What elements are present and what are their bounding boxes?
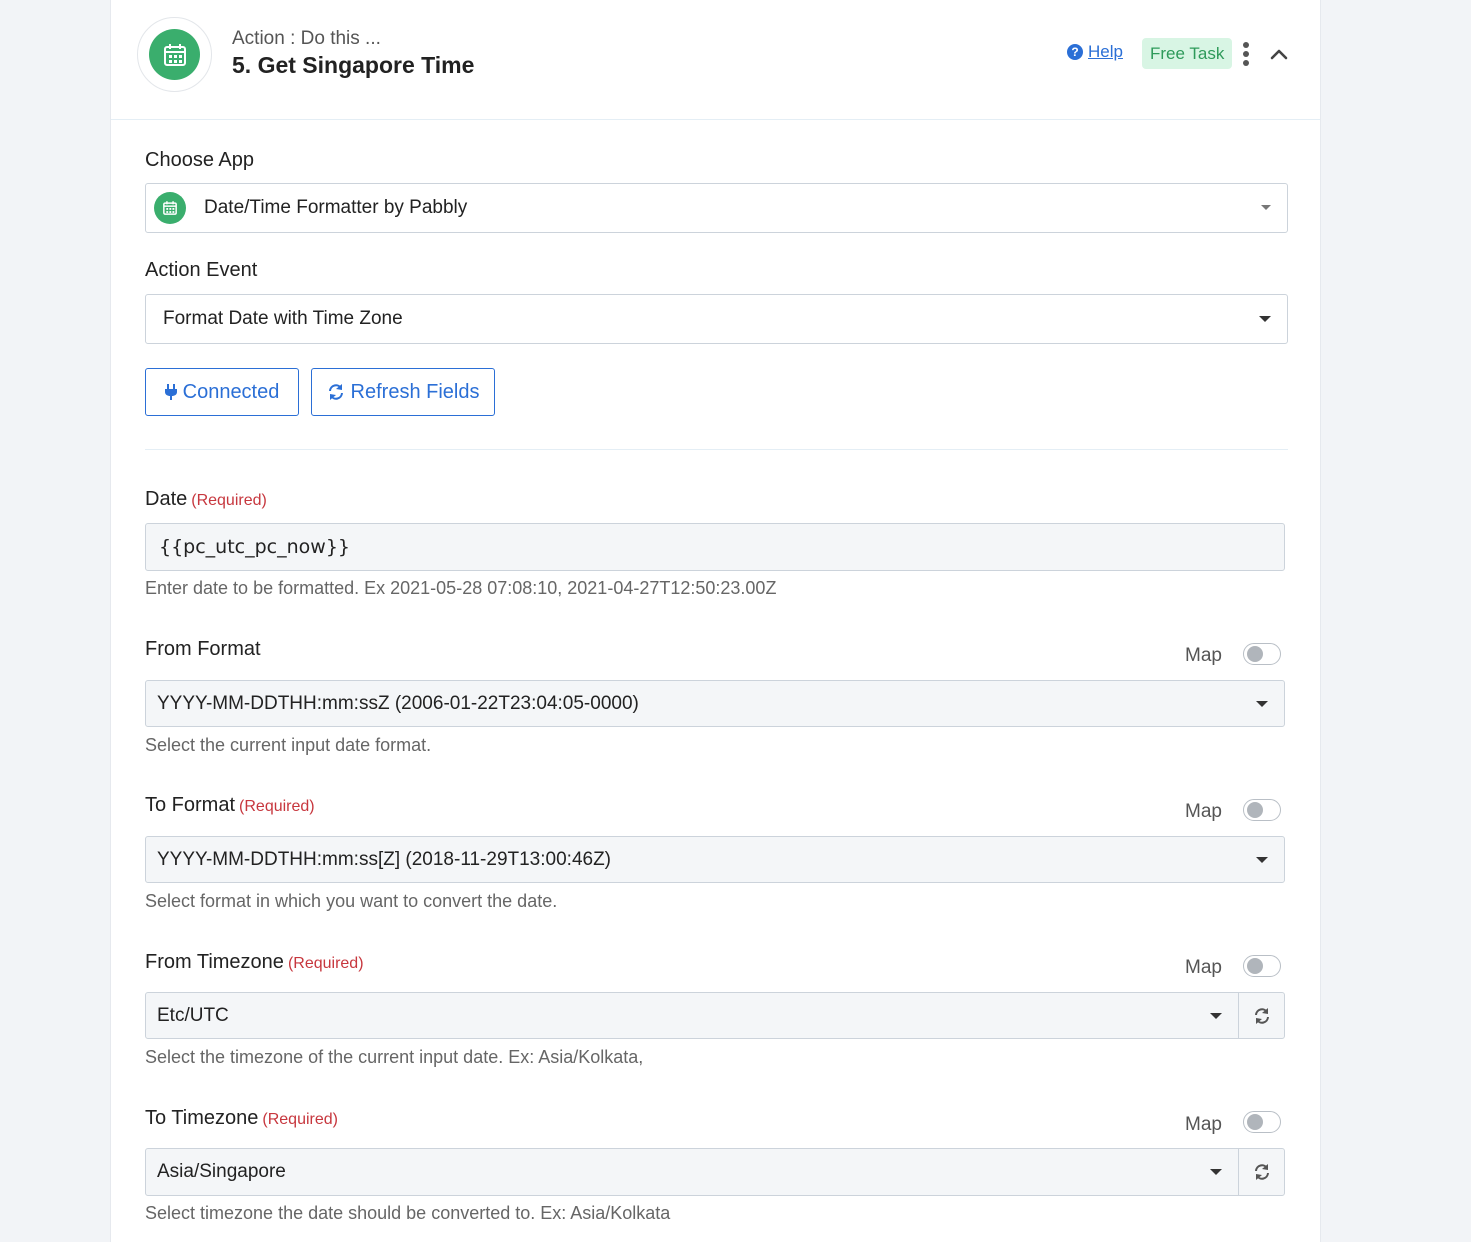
date-input[interactable]: {{pc_utc_pc_now}}	[145, 523, 1285, 571]
from-timezone-map-label: Map	[1185, 957, 1222, 978]
step-header[interactable]: Action : Do this ... 5. Get Singapore Ti…	[111, 0, 1320, 120]
from-format-map-toggle[interactable]	[1243, 643, 1281, 665]
help-link[interactable]: ? Help	[1067, 42, 1123, 62]
to-timezone-refresh-button[interactable]	[1238, 1148, 1285, 1196]
help-label: Help	[1088, 42, 1123, 61]
date-label: Date (Required)	[145, 488, 267, 511]
date-input-value: {{pc_utc_pc_now}}	[159, 536, 351, 558]
caret-down-icon	[1259, 316, 1271, 322]
required-tag: (Required)	[262, 1111, 338, 1128]
action-event-label: Action Event	[145, 259, 258, 281]
from-format-select[interactable]: YYYY-MM-DDTHH:mm:ssZ (2006-01-22T23:04:0…	[145, 680, 1285, 727]
connected-button[interactable]: Connected	[145, 368, 299, 416]
to-timezone-map-label: Map	[1185, 1114, 1222, 1135]
from-format-map-label: Map	[1185, 645, 1222, 666]
caret-down-icon	[1210, 1169, 1222, 1175]
to-timezone-value: Asia/Singapore	[157, 1161, 286, 1182]
caret-down-icon	[1256, 700, 1268, 707]
to-format-map-toggle[interactable]	[1243, 799, 1281, 821]
from-format-value: YYYY-MM-DDTHH:mm:ssZ (2006-01-22T23:04:0…	[157, 692, 639, 714]
from-timezone-select[interactable]: Etc/UTC	[145, 992, 1239, 1039]
to-format-hint: Select format in which you want to conve…	[145, 891, 558, 911]
to-timezone-hint: Select timezone the date should be conve…	[145, 1203, 671, 1223]
connected-label: Connected	[182, 380, 280, 403]
required-tag: (Required)	[239, 798, 315, 815]
calendar-icon	[163, 43, 186, 66]
choose-app-select[interactable]: Date/Time Formatter by Pabbly	[145, 183, 1288, 233]
from-timezone-refresh-button[interactable]	[1238, 992, 1285, 1039]
refresh-icon	[1254, 1164, 1269, 1180]
refresh-fields-label: Refresh Fields	[350, 380, 480, 403]
action-event-select[interactable]: Format Date with Time Zone	[145, 294, 1288, 344]
from-format-label: From Format	[145, 638, 261, 660]
question-circle-icon: ?	[1067, 44, 1083, 60]
to-timezone-select[interactable]: Asia/Singapore	[145, 1148, 1239, 1196]
from-timezone-map-toggle[interactable]	[1243, 955, 1281, 977]
to-timezone-label-text: To Timezone	[145, 1107, 259, 1129]
from-timezone-hint: Select the timezone of the current input…	[145, 1047, 644, 1067]
calendar-icon	[163, 201, 177, 215]
to-format-select[interactable]: YYYY-MM-DDTHH:mm:ss[Z] (2018-11-29T13:00…	[145, 836, 1285, 883]
to-format-value: YYYY-MM-DDTHH:mm:ss[Z] (2018-11-29T13:00…	[157, 848, 612, 870]
step-title: 5. Get Singapore Time	[232, 52, 475, 78]
date-label-text: Date	[145, 488, 188, 510]
section-divider	[145, 449, 1288, 450]
caret-down-icon	[1210, 1012, 1222, 1019]
app-logo-small	[154, 192, 186, 224]
to-format-map-label: Map	[1185, 801, 1222, 822]
to-timezone-map-toggle[interactable]	[1243, 1111, 1281, 1133]
refresh-icon	[1254, 1007, 1269, 1024]
to-timezone-label: To Timezone (Required)	[145, 1107, 338, 1130]
step-subtitle: Action : Do this ...	[232, 28, 381, 49]
action-step-card: Action : Do this ... 5. Get Singapore Ti…	[110, 0, 1321, 1242]
plug-icon	[164, 384, 177, 400]
date-hint: Enter date to be formatted. Ex 2021-05-2…	[145, 578, 777, 598]
from-timezone-label: From Timezone (Required)	[145, 951, 364, 974]
to-format-label-text: To Format	[145, 794, 236, 816]
to-format-label: To Format (Required)	[145, 794, 315, 817]
from-format-hint: Select the current input date format.	[145, 735, 432, 755]
choose-app-value: Date/Time Formatter by Pabbly	[204, 197, 468, 218]
from-timezone-label-text: From Timezone	[145, 951, 284, 973]
app-logo	[137, 17, 212, 92]
chevron-up-icon[interactable]	[1269, 44, 1289, 64]
action-event-value: Format Date with Time Zone	[163, 308, 403, 329]
caret-down-icon	[1256, 856, 1268, 863]
free-task-badge: Free Task	[1142, 38, 1233, 69]
required-tag: (Required)	[191, 492, 267, 509]
refresh-fields-button[interactable]: Refresh Fields	[311, 368, 495, 416]
more-options-icon[interactable]	[1242, 42, 1250, 66]
choose-app-label: Choose App	[145, 149, 254, 171]
from-timezone-value: Etc/UTC	[157, 1004, 229, 1026]
caret-down-icon	[1261, 205, 1271, 210]
required-tag: (Required)	[287, 955, 364, 972]
refresh-icon	[328, 384, 343, 400]
